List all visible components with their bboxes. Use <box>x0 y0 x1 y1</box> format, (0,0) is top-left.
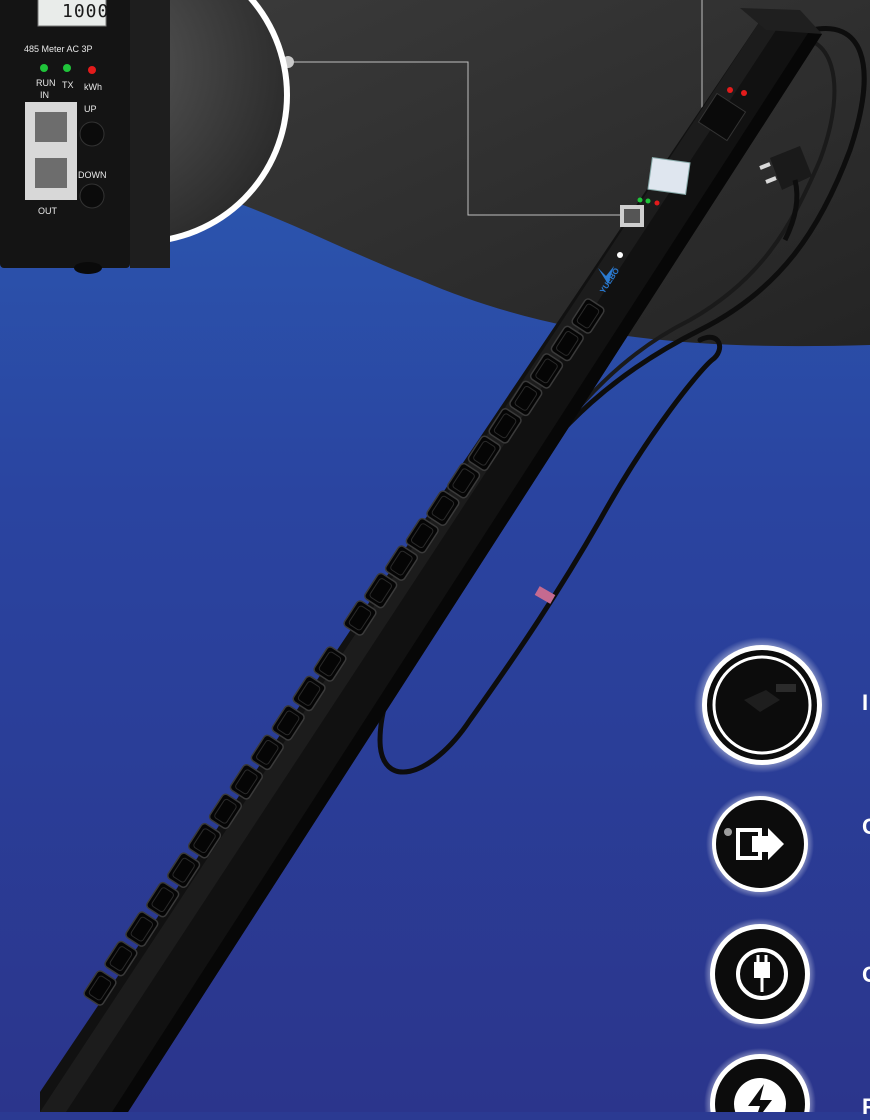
inset-led-label-kwh: kWh <box>84 82 102 92</box>
pdu-lcd-screen <box>647 156 691 196</box>
inset-button-down <box>79 183 105 209</box>
feature-label-plug: I <box>862 690 869 715</box>
inset-up-label: UP <box>84 104 97 114</box>
inset-meter-module <box>0 0 170 274</box>
feature-label-power-plug: C <box>862 962 870 987</box>
inset-port-out-label: OUT <box>38 206 57 216</box>
inset-port-in-label: IN <box>40 90 49 100</box>
inset-led-kwh <box>88 66 96 74</box>
inset-header-label: 485 Meter AC 3P <box>24 44 93 54</box>
feature-label-lightning: P <box>862 1094 870 1119</box>
inset-led-label-tx: TX <box>62 80 74 90</box>
feature-icon-power-plug <box>704 918 816 1030</box>
inset-down-label: DOWN <box>78 170 107 180</box>
inset-button-up <box>79 121 105 147</box>
feature-label-output: C <box>862 814 870 839</box>
inset-led-tx <box>63 64 71 72</box>
product-scene: YUEBO <box>0 0 870 1112</box>
feature-icon-output <box>706 790 814 898</box>
inset-led-label-run: RUN <box>36 78 56 88</box>
inset-lcd-value: 1000 <box>62 1 110 22</box>
inset-led-run <box>40 64 48 72</box>
feature-icon-plug <box>694 637 830 773</box>
